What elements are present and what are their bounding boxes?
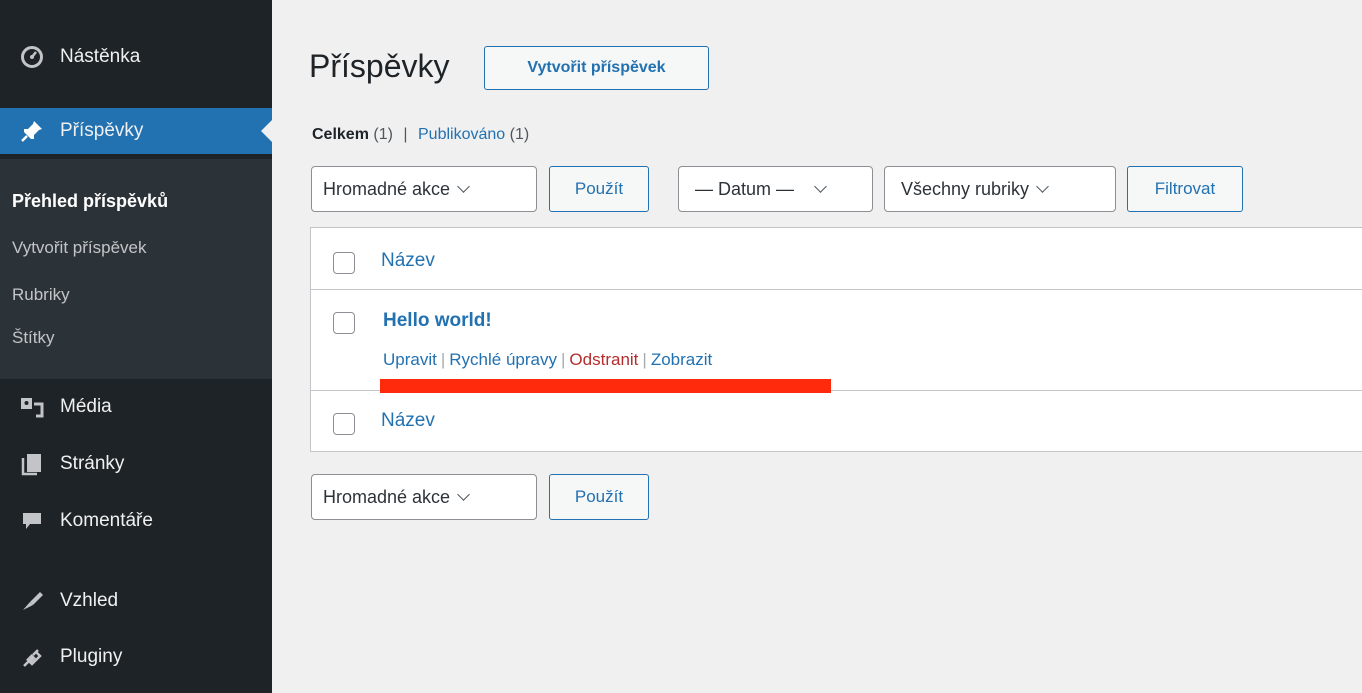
sidebar-item-pages[interactable]: Stránky bbox=[0, 441, 272, 487]
comments-icon bbox=[18, 507, 46, 535]
pages-icon bbox=[18, 450, 46, 478]
submenu-item-add-new[interactable]: Vytvořit příspěvek bbox=[12, 238, 146, 258]
quick-edit-link[interactable]: Rychlé úpravy bbox=[449, 350, 557, 369]
bulk-actions-value: Hromadné akce bbox=[323, 486, 451, 507]
view-all-label[interactable]: Celkem bbox=[312, 126, 369, 143]
bulk-actions-select-bottom[interactable]: Hromadné akce bbox=[311, 474, 537, 520]
sidebar-item-label: Stránky bbox=[60, 453, 125, 474]
add-new-post-button[interactable]: Vytvořit příspěvek bbox=[484, 46, 709, 90]
sidebar-item-comments[interactable]: Komentáře bbox=[0, 498, 272, 544]
edit-link[interactable]: Upravit bbox=[383, 350, 437, 369]
bulk-actions-value: Hromadné akce bbox=[323, 178, 451, 199]
appearance-icon bbox=[18, 587, 46, 615]
category-filter-select[interactable]: Všechny rubriky bbox=[884, 166, 1116, 212]
posts-table: Název Hello world! Upravit | Rychlé úpravy… bbox=[310, 227, 1362, 452]
view-separator: | bbox=[403, 126, 408, 143]
date-filter-select[interactable]: — Datum — bbox=[678, 166, 873, 212]
dashboard-icon bbox=[18, 43, 46, 71]
sidebar-item-appearance[interactable]: Vzhled bbox=[0, 578, 272, 624]
select-all-checkbox[interactable] bbox=[333, 252, 355, 274]
bulk-actions-select-top[interactable]: Hromadné akce bbox=[311, 166, 537, 212]
page-title: Příspěvky bbox=[309, 48, 450, 84]
divider bbox=[311, 289, 1362, 290]
sidebar-item-label: Média bbox=[60, 396, 112, 417]
chevron-down-icon bbox=[1036, 180, 1049, 193]
sidebar-item-label: Příspěvky bbox=[60, 120, 144, 141]
apply-button-top[interactable]: Použít bbox=[549, 166, 649, 212]
sidebar-item-label: Nástěnka bbox=[60, 46, 141, 67]
pin-icon bbox=[18, 117, 46, 145]
chevron-down-icon bbox=[457, 488, 470, 501]
plugins-icon bbox=[18, 643, 46, 671]
sidebar-item-label: Komentáře bbox=[60, 510, 153, 531]
media-icon bbox=[18, 393, 46, 421]
view-published-link[interactable]: Publikováno bbox=[418, 126, 505, 143]
submenu-item-tags[interactable]: Štítky bbox=[12, 328, 55, 348]
date-filter-value: — Datum — bbox=[695, 178, 795, 199]
view-all-count: (1) bbox=[373, 126, 393, 143]
chevron-down-icon bbox=[814, 180, 827, 193]
active-indicator bbox=[261, 120, 272, 142]
highlight-underline bbox=[380, 379, 831, 393]
sidebar-item-label: Vzhled bbox=[60, 590, 119, 611]
admin-sidebar: Nástěnka Příspěvky Přehled příspěvků Vyt… bbox=[0, 0, 272, 693]
sidebar-item-label: Pluginy bbox=[60, 646, 123, 667]
filter-button[interactable]: Filtrovat bbox=[1127, 166, 1243, 212]
posts-submenu: Přehled příspěvků Vytvořit příspěvek Rub… bbox=[0, 159, 272, 379]
chevron-down-icon bbox=[457, 180, 470, 193]
view-link[interactable]: Zobrazit bbox=[651, 350, 712, 369]
sidebar-item-dashboard[interactable]: Nástěnka bbox=[0, 34, 272, 80]
submenu-item-categories[interactable]: Rubriky bbox=[12, 285, 70, 305]
row-actions: Upravit | Rychlé úpravy | Odstranit | Zobrazit bbox=[383, 350, 712, 370]
row-checkbox[interactable] bbox=[333, 312, 355, 334]
separator: | bbox=[642, 350, 647, 369]
column-header-title[interactable]: Název bbox=[381, 250, 435, 272]
category-filter-value: Všechny rubriky bbox=[901, 178, 1030, 199]
apply-button-bottom[interactable]: Použít bbox=[549, 474, 649, 520]
sidebar-item-posts[interactable]: Příspěvky bbox=[0, 108, 272, 154]
post-status-views: Celkem (1) | Publikováno (1) bbox=[312, 126, 529, 144]
view-published-count: (1) bbox=[509, 126, 530, 143]
separator: | bbox=[561, 350, 566, 369]
select-all-checkbox-footer[interactable] bbox=[333, 413, 355, 435]
post-title-link[interactable]: Hello world! bbox=[383, 310, 492, 332]
trash-link[interactable]: Odstranit bbox=[569, 350, 638, 369]
sidebar-item-plugins[interactable]: Pluginy bbox=[0, 634, 272, 680]
submenu-item-all-posts[interactable]: Přehled příspěvků bbox=[12, 191, 168, 212]
separator: | bbox=[440, 350, 446, 369]
sidebar-item-media[interactable]: Média bbox=[0, 384, 272, 430]
column-footer-title[interactable]: Název bbox=[381, 410, 435, 432]
